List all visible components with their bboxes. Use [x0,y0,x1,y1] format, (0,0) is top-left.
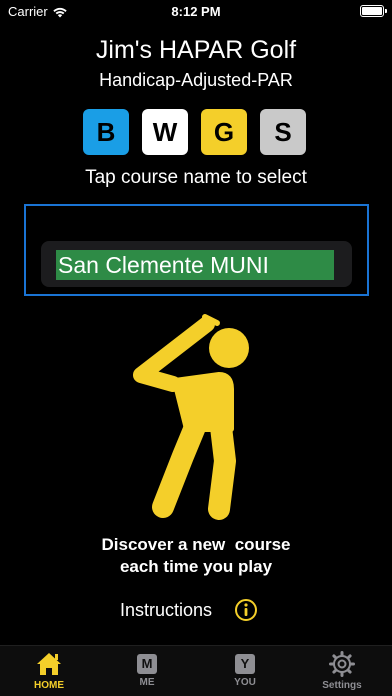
tab-me[interactable]: M ME [112,651,182,688]
tab-settings[interactable]: Settings [307,651,377,691]
info-circle-icon[interactable] [234,598,258,622]
status-right [360,5,387,17]
gear-icon [329,651,355,677]
tab-settings-label: Settings [322,680,362,691]
tagline: Discover a new course each time you play [0,534,392,578]
house-icon [37,653,61,675]
tab-you[interactable]: Y YOU [210,651,280,688]
tee-button-blue[interactable]: B [83,109,129,155]
instructions-label[interactable]: Instructions [120,600,212,621]
app-subtitle: Handicap-Adjusted-PAR [99,70,293,90]
tee-selector: B W G S [83,109,306,155]
status-bar: Carrier 8:12 PM [0,0,392,24]
tab-me-label: ME [139,677,155,688]
tee-button-silver[interactable]: S [260,109,306,155]
tab-home[interactable]: HOME [14,651,84,691]
tee-button-white[interactable]: W [142,109,188,155]
m-box-icon: M [137,654,157,674]
course-picker-frame: San Clemente MUNI [24,204,369,296]
battery-icon [360,5,387,17]
tab-you-label: YOU [234,677,256,688]
instructions-row[interactable]: Instructions [120,598,258,622]
course-name[interactable]: San Clemente MUNI [56,250,334,280]
golfer-icon [133,314,249,520]
status-time: 8:12 PM [171,4,221,19]
course-picker[interactable]: San Clemente MUNI [41,241,352,287]
tagline-line-2: each time you play [119,557,273,576]
select-instruction: Tap course name to select [85,167,307,188]
y-box-icon: Y [235,654,255,674]
tab-home-label: HOME [34,680,64,691]
tee-button-gold[interactable]: G [201,109,247,155]
tab-bar: HOME M ME Y YOU Settings [0,645,392,696]
app-title: Jim's HAPAR Golf [95,36,297,64]
tagline-line-1: Discover a new course [101,535,291,554]
